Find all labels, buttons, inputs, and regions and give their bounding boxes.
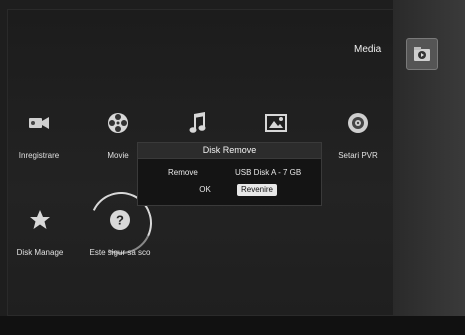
help-question-icon: ? [82,208,158,232]
menu-item-label: Movie [107,151,129,160]
menu-item-setari-pvr[interactable]: Setari PVR [330,111,386,160]
ok-button[interactable]: OK [191,184,219,196]
music-note-icon [184,111,212,135]
return-button[interactable]: Revenire [237,184,277,196]
menu-item-inregistrare[interactable]: Inregistrare [14,111,64,160]
dialog-title: Disk Remove [138,143,321,159]
media-label: Media [354,44,382,55]
menu-item-label: Disk Manage [16,248,64,257]
picture-icon [262,111,290,135]
svg-text:?: ? [116,213,124,228]
star-icon [14,208,66,232]
menu-item-music[interactable] [184,111,212,135]
bottom-bar [0,316,465,335]
menu-item-label: Setari PVR [338,151,378,160]
menu-item-movie[interactable]: Movie [100,111,136,160]
tv-screen: Media Inregistrare Movie Setari PVR Disk… [0,0,465,335]
remove-label: Remove [168,168,198,177]
menu-item-disk-manage[interactable]: Disk Manage [14,208,66,257]
menu-item-label: Este sigur sa sco [89,248,151,257]
menu-item-label: Inregistrare [18,151,60,160]
menu-item-disk-remove[interactable]: ? Este sigur sa sco [82,208,158,257]
disc-settings-icon [330,111,386,135]
film-reel-icon [100,111,136,135]
camcorder-icon [14,111,64,135]
media-folder-icon[interactable] [406,38,438,70]
disk-remove-dialog: Disk Remove Remove USB Disk A - 7 GB OK … [137,142,322,206]
device-select[interactable]: USB Disk A - 7 GB [235,168,301,177]
menu-item-pictures[interactable] [262,111,290,135]
